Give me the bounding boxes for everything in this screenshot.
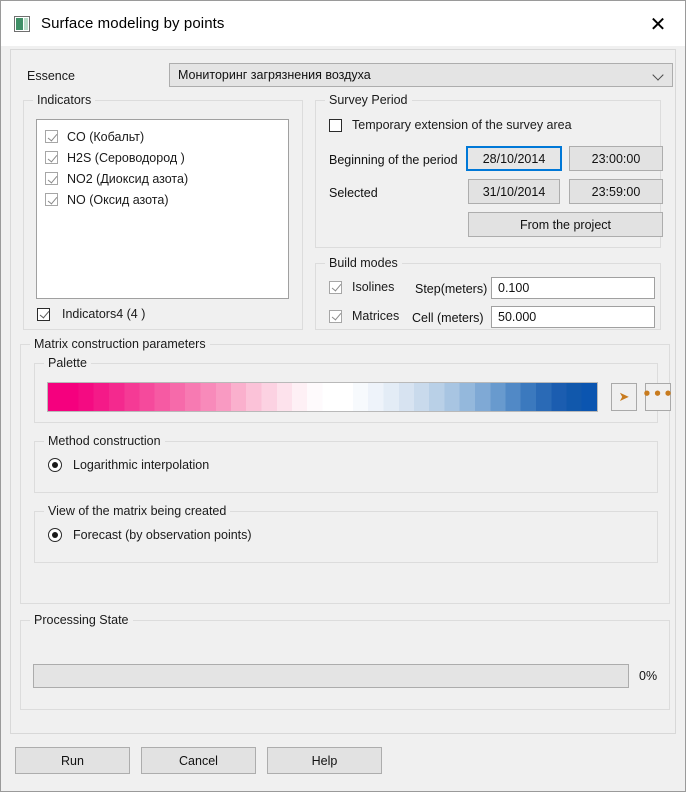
survey-period-legend: Survey Period — [325, 93, 412, 107]
ellipsis-icon: ••• — [642, 384, 674, 403]
beginning-of-period-label: Beginning of the period — [329, 153, 458, 167]
matrices-checkbox[interactable] — [329, 309, 342, 323]
progress-percent: 0% — [639, 669, 658, 683]
method-construction-group: Method construction Logarithmic interpol… — [34, 434, 658, 493]
processing-state-legend: Processing State — [30, 613, 133, 627]
indicator-label: H2S (Сероводород ) — [67, 150, 185, 165]
essence-select[interactable]: Мониторинг загрязнения воздуха — [169, 63, 673, 87]
matrices-label: Matrices — [352, 309, 400, 323]
dialog-content: Essence Мониторинг загрязнения воздуха I… — [1, 46, 685, 791]
method-construction-legend: Method construction — [44, 434, 165, 448]
surface-modeling-dialog: Surface modeling by points ✕ Essence Мон… — [0, 0, 686, 792]
indicator-checkbox[interactable] — [45, 130, 58, 143]
progress-bar — [33, 664, 629, 688]
view-of-matrix-group: View of the matrix being created Forecas… — [34, 504, 658, 563]
view-of-matrix-legend: View of the matrix being created — [44, 504, 231, 518]
logarithmic-interpolation-label: Logarithmic interpolation — [73, 458, 210, 472]
matrix-construction-parameters-group: Matrix construction parameters Palette ➤… — [20, 337, 673, 604]
forecast-row[interactable]: Forecast (by observation points) — [48, 528, 252, 542]
footer: Run Cancel Help — [1, 734, 685, 791]
step-meters-label: Step(meters) — [415, 282, 488, 296]
cancel-button[interactable]: Cancel — [141, 747, 256, 774]
indicators-summary-row[interactable]: Indicators4 (4 ) — [37, 307, 145, 321]
main-panel: Essence Мониторинг загрязнения воздуха I… — [10, 49, 676, 734]
essence-value: Мониторинг загрязнения воздуха — [178, 68, 371, 82]
selected-label: Selected — [329, 186, 378, 200]
beginning-time-button[interactable]: 23:00:00 — [569, 146, 663, 171]
indicators-listbox[interactable]: CO (Кобальт) H2S (Сероводород ) NO2 (Дио… — [36, 119, 289, 299]
indicator-label: NO2 (Диоксид азота) — [67, 171, 189, 186]
temporary-extension-row[interactable]: Temporary extension of the survey area — [329, 118, 572, 132]
indicators-summary-label: Indicators4 (4 ) — [62, 307, 146, 321]
forecast-radio[interactable] — [48, 528, 62, 542]
indicator-label: NO (Оксид азота) — [67, 192, 169, 207]
logarithmic-interpolation-row[interactable]: Logarithmic interpolation — [48, 458, 209, 472]
title-bar: Surface modeling by points ✕ — [1, 1, 685, 46]
indicator-checkbox[interactable] — [45, 151, 58, 164]
survey-period-group: Survey Period Temporary extension of the… — [315, 93, 663, 248]
run-button[interactable]: Run — [15, 747, 130, 774]
indicators-legend: Indicators — [33, 93, 96, 107]
matrices-row[interactable]: Matrices — [329, 309, 399, 323]
essence-label: Essence — [27, 69, 75, 83]
cell-meters-label: Cell (meters) — [412, 311, 484, 325]
help-button[interactable]: Help — [267, 747, 382, 774]
forecast-label: Forecast (by observation points) — [73, 528, 252, 542]
processing-state-group: Processing State 0% — [20, 613, 670, 710]
chevron-down-icon — [653, 70, 664, 81]
isolines-label: Isolines — [352, 280, 395, 294]
indicators-group: Indicators CO (Кобальт) H2S (Сероводород… — [23, 93, 303, 330]
palette-legend: Palette — [44, 356, 91, 370]
list-item[interactable]: H2S (Сероводород ) — [37, 147, 288, 168]
cell-input[interactable]: 50.000 — [491, 306, 655, 328]
palette-group: Palette ➤ ••• — [34, 356, 673, 423]
close-icon[interactable]: ✕ — [641, 9, 675, 39]
from-the-project-button[interactable]: From the project — [468, 212, 663, 237]
temporary-extension-label: Temporary extension of the survey area — [352, 118, 572, 132]
matrix-parameters-legend: Matrix construction parameters — [30, 337, 210, 351]
build-modes-legend: Build modes — [325, 256, 402, 270]
isolines-row[interactable]: Isolines — [329, 280, 394, 294]
palette-more-button[interactable]: ••• — [642, 383, 674, 411]
list-item[interactable]: CO (Кобальт) — [37, 126, 288, 147]
surface-model-icon — [14, 15, 30, 32]
page-title: Surface modeling by points — [41, 15, 225, 32]
build-modes-group: Build modes Isolines Step(meters) 0.100 … — [315, 256, 661, 330]
palette-expand-button[interactable]: ➤ — [611, 383, 637, 411]
indicators-summary-checkbox[interactable] — [37, 307, 50, 321]
palette-gradient[interactable] — [47, 382, 598, 412]
selected-date-button[interactable]: 31/10/2014 — [468, 179, 560, 204]
indicator-label: CO (Кобальт) — [67, 129, 145, 144]
arrow-right-icon: ➤ — [618, 389, 630, 405]
indicator-checkbox[interactable] — [45, 193, 58, 206]
temporary-extension-checkbox[interactable] — [329, 118, 342, 132]
logarithmic-interpolation-radio[interactable] — [48, 458, 62, 472]
beginning-date-button[interactable]: 28/10/2014 — [466, 146, 562, 171]
list-item[interactable]: NO2 (Диоксид азота) — [37, 168, 288, 189]
isolines-checkbox[interactable] — [329, 280, 342, 294]
step-input[interactable]: 0.100 — [491, 277, 655, 299]
indicator-checkbox[interactable] — [45, 172, 58, 185]
selected-time-button[interactable]: 23:59:00 — [569, 179, 663, 204]
list-item[interactable]: NO (Оксид азота) — [37, 189, 288, 210]
